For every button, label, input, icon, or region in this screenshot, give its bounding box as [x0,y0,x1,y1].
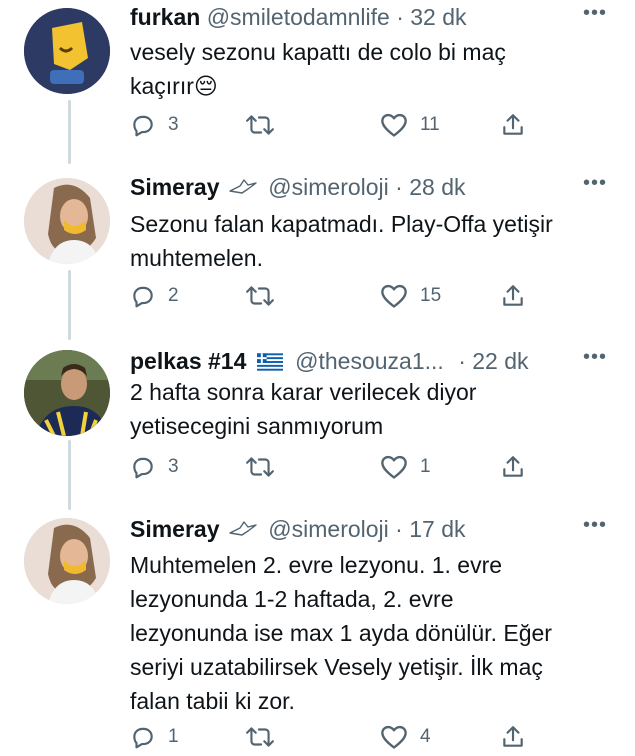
share-icon [503,114,523,135]
retweet-button[interactable] [245,110,275,140]
tweet-actions: 1 4 [130,722,550,752]
retweet-icon [246,457,274,477]
display-name[interactable]: Simeray [130,516,220,542]
tweet-text-line: lezyonunda 1-2 haftada, 2. evre [130,586,454,612]
reply-icon [133,286,153,308]
like-count: 15 [420,285,442,306]
reply-button[interactable]: 2 [130,281,179,311]
timestamp[interactable]: · 32 dk [396,4,466,30]
tweet[interactable]: Simeray @simeroloji · 28 dk ••• Sezonu f… [0,170,635,340]
handle[interactable]: @smiletodamnlife [207,4,390,30]
share-icon [503,726,523,747]
handle[interactable]: @simeroloji [268,516,388,542]
like-icon [381,725,407,749]
retweet-button[interactable] [245,722,275,752]
like-button[interactable]: 1 [380,452,431,482]
retweet-icon [246,727,274,747]
tweet-text-line: seriyi uzatabilirsek Vesely yetişir. İlk… [130,654,543,680]
tweet-header: furkan @smiletodamnlife · 32 dk [130,2,467,32]
share-button[interactable] [500,110,526,140]
bird-icon [229,179,257,194]
tweet-text-line: Sezonu falan kapatmadı. Play-Offa yetişi… [130,211,553,237]
reply-count: 2 [168,285,179,306]
share-button[interactable] [500,722,526,752]
greek-flag-icon [256,353,283,371]
tweet-text-line: lezyonunda ise max 1 ayda dönülür. Eğer [130,620,552,646]
tweet-actions: 2 15 [130,281,550,311]
like-count: 1 [420,456,431,477]
avatar[interactable] [24,350,110,436]
share-icon [503,285,523,306]
display-name[interactable]: pelkas #14 [130,348,246,374]
display-name[interactable]: Simeray [130,174,220,200]
reply-button[interactable]: 3 [130,110,179,140]
tweet-text-line: muhtemelen. [130,245,263,271]
display-name[interactable]: furkan [130,4,200,30]
retweet-button[interactable] [245,452,275,482]
reply-count: 3 [168,114,179,135]
reply-button[interactable]: 1 [130,722,179,752]
tweet-text-line: kaçırır😔 [130,73,218,99]
tweet-text-line: vesely sezonu kapattı de colo bi maç [130,39,506,65]
tweet[interactable]: furkan @smiletodamnlife · 32 dk ••• vese… [0,0,635,160]
retweet-icon [246,286,274,306]
like-count: 11 [420,114,440,135]
share-button[interactable] [500,452,526,482]
reply-count: 1 [168,726,179,747]
avatar[interactable] [24,8,110,94]
retweet-icon [246,115,274,135]
tweet-actions: 3 1 [130,452,550,482]
like-button[interactable]: 15 [380,281,441,311]
tweet-text: Muhtemelen 2. evre lezyonu. 1. evre lezy… [130,548,625,718]
handle[interactable]: @thesouza1... [295,348,444,374]
tweet-text: Sezonu falan kapatmadı. Play-Offa yetişi… [130,207,610,275]
share-icon [503,456,523,477]
like-button[interactable]: 4 [380,722,431,752]
like-icon [381,455,407,479]
tweet-header: Simeray @simeroloji · 28 dk [130,172,466,202]
more-options-icon[interactable]: ••• [583,346,607,369]
tweet[interactable]: pelkas #14 @thesouza1... · 22 dk ••• 2 h… [0,342,635,512]
share-button[interactable] [500,281,526,311]
more-options-icon[interactable]: ••• [583,172,607,195]
handle[interactable]: @simeroloji [268,174,388,200]
reply-icon [133,115,153,137]
like-count: 4 [420,726,431,747]
like-icon [381,113,407,137]
reply-count: 3 [168,456,179,477]
retweet-button[interactable] [245,281,275,311]
timestamp[interactable]: · 28 dk [395,174,465,200]
timestamp[interactable]: · 17 dk [395,516,465,542]
tweet-header: pelkas #14 @thesouza1... · 22 dk [130,346,529,376]
like-icon [381,284,407,308]
avatar[interactable] [24,518,110,604]
more-options-icon[interactable]: ••• [583,514,607,537]
tweet-text-line: Muhtemelen 2. evre lezyonu. 1. evre [130,552,503,578]
tweet-text: vesely sezonu kapattı de colo bi maç kaç… [130,35,610,103]
tweet-actions: 3 11 [130,110,550,140]
tweet-header: Simeray @simeroloji · 17 dk [130,514,466,544]
bird-icon [229,521,257,536]
more-options-icon[interactable]: ••• [583,2,607,25]
tweet-text-line: 2 hafta sonra karar verilecek diyor [130,379,477,405]
tweet[interactable]: Simeray @simeroloji · 17 dk ••• Muhtemel… [0,512,635,756]
tweet-text-line: falan tabii ki zor. [130,688,295,714]
reply-icon [133,727,153,749]
tweet-text: 2 hafta sonra karar verilecek diyor yeti… [130,375,610,443]
timestamp[interactable]: · 22 dk [458,348,528,374]
like-button[interactable]: 11 [380,110,440,140]
tweet-text-line: yetisecegini sanmıyorum [130,413,384,439]
avatar[interactable] [24,178,110,264]
reply-button[interactable]: 3 [130,452,179,482]
reply-icon [133,457,153,479]
